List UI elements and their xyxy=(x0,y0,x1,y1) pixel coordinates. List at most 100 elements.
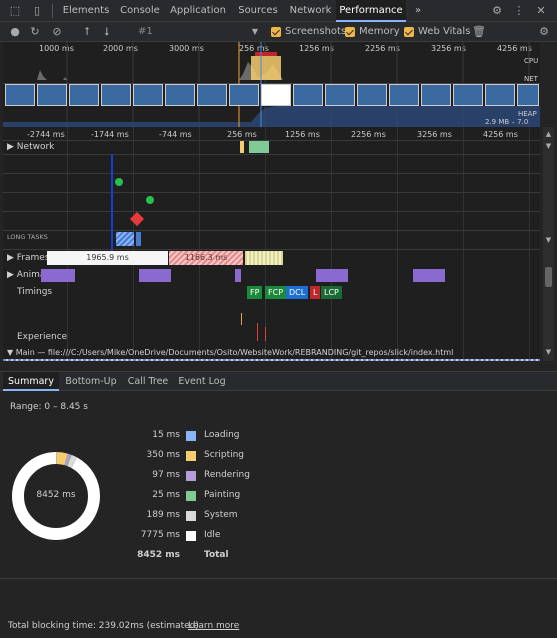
frames-track-toggle[interactable]: ▶ Frames xyxy=(7,253,50,263)
more-tabs-button[interactable]: » xyxy=(408,0,428,22)
animation-bar[interactable] xyxy=(139,269,171,282)
tab-application[interactable]: Application xyxy=(165,0,231,22)
scroll-down-icon[interactable]: ▼ xyxy=(543,139,554,153)
animation-bar[interactable] xyxy=(316,269,348,282)
download-icon[interactable]: ⭣ xyxy=(100,25,114,39)
tab-console[interactable]: Console xyxy=(115,0,165,22)
gridline xyxy=(529,127,530,361)
screenshot-thumbnail[interactable] xyxy=(197,84,227,106)
summary-label: Scripting xyxy=(204,450,245,460)
tab-elements[interactable]: Elements xyxy=(57,0,115,22)
clear-icon[interactable]: ⊘ xyxy=(50,25,64,39)
rendering-swatch xyxy=(186,471,196,481)
animation-bar[interactable] xyxy=(41,269,75,282)
scrollbar-thumb[interactable] xyxy=(545,267,552,287)
web-vitals-checkbox[interactable] xyxy=(404,27,414,37)
network-request-bar[interactable] xyxy=(240,141,244,153)
trash-icon[interactable]: 🗑 xyxy=(472,25,486,39)
screenshot-thumbnail[interactable] xyxy=(261,84,291,106)
screenshot-thumbnail[interactable] xyxy=(453,84,483,106)
timing-marker-fcp[interactable]: FCP xyxy=(265,286,287,299)
main-thread-activity[interactable] xyxy=(3,359,540,361)
network-request-bar[interactable] xyxy=(249,141,269,153)
upload-icon[interactable]: ⭡ xyxy=(80,25,94,39)
screenshot-thumbnail[interactable] xyxy=(69,84,99,106)
gear-icon[interactable]: ⚙ xyxy=(490,4,504,18)
memory-checkbox[interactable] xyxy=(345,27,355,37)
timing-marker-fp[interactable]: FP xyxy=(247,286,263,299)
screenshots-checkbox[interactable] xyxy=(271,27,281,37)
timing-marker-dcl[interactable]: DCL xyxy=(286,286,309,299)
network-track-toggle[interactable]: ▶ Network xyxy=(7,142,54,152)
details-tab-bar: Summary Bottom-Up Call Tree Event Log xyxy=(0,371,557,391)
long-task-bar[interactable] xyxy=(116,232,134,246)
summary-value: 15 ms xyxy=(152,430,180,440)
capture-settings-icon[interactable]: ⚙ xyxy=(537,25,551,39)
frame-block-dropped[interactable]: 1166.3 ms xyxy=(169,251,243,265)
long-task-bar[interactable] xyxy=(136,232,141,246)
reload-icon[interactable]: ↻ xyxy=(28,25,42,39)
frame-block[interactable]: 1965.9 ms xyxy=(47,251,168,265)
gridline xyxy=(331,127,332,361)
screenshots-label: Screenshots xyxy=(285,26,347,37)
frame-block-partial[interactable] xyxy=(245,251,283,265)
animation-bar[interactable] xyxy=(235,269,241,282)
tab-sources[interactable]: Sources xyxy=(231,0,285,22)
performance-toolbar: ● ↻ ⊘ ⭡ ⭣ #1 ▼ Screenshots Memory Web Vi… xyxy=(0,22,557,42)
recording-select[interactable]: #1 xyxy=(138,26,153,37)
scroll-down-icon[interactable]: ▼ xyxy=(543,233,554,247)
row-divider xyxy=(3,230,540,231)
flame-chart[interactable]: -2744 ms -1744 ms -744 ms 256 ms 1256 ms… xyxy=(3,127,540,361)
screenshot-thumbnail[interactable] xyxy=(517,84,539,106)
divider xyxy=(52,4,53,18)
screenshot-thumbnail[interactable] xyxy=(421,84,451,106)
axis-tick: 2256 ms xyxy=(351,130,386,139)
record-icon[interactable]: ● xyxy=(8,25,22,39)
summary-label: System xyxy=(204,510,238,520)
learn-more-link[interactable]: Learn more xyxy=(188,621,239,631)
experience-track-label: Experience xyxy=(17,332,68,342)
screenshot-thumbnail[interactable] xyxy=(293,84,323,106)
tab-event-log[interactable]: Event Log xyxy=(175,372,229,391)
row-divider xyxy=(3,192,540,193)
main-track-toggle[interactable]: ▼ Main — file:///C:/Users/Mike/OneDrive/… xyxy=(7,348,453,357)
painting-swatch xyxy=(186,491,196,501)
donut-total: 8452 ms xyxy=(36,490,76,500)
inspect-element-icon[interactable]: ⬚ xyxy=(8,4,22,18)
screenshot-thumbnail[interactable] xyxy=(165,84,195,106)
tab-call-tree[interactable]: Call Tree xyxy=(123,372,173,391)
network-track-label: Network xyxy=(16,142,55,152)
summary-value: 7775 ms xyxy=(140,530,180,540)
scroll-down-icon[interactable]: ▼ xyxy=(543,345,554,359)
gridline xyxy=(265,127,266,361)
screenshot-thumbnail[interactable] xyxy=(389,84,419,106)
tab-bottom-up[interactable]: Bottom-Up xyxy=(61,372,121,391)
timing-marker-lcp[interactable]: LCP xyxy=(321,286,342,299)
flame-chart-scrollbar[interactable]: ▲ ▼ ▼ ▼ xyxy=(543,127,554,361)
summary-label: Painting xyxy=(204,490,241,500)
summary-label: Rendering xyxy=(204,470,250,480)
screenshot-thumbnail[interactable] xyxy=(5,84,35,106)
more-options-icon[interactable]: ⋮ xyxy=(512,4,526,18)
screenshot-thumbnail[interactable] xyxy=(101,84,131,106)
screenshot-thumbnail[interactable] xyxy=(37,84,67,106)
screenshot-thumbnail[interactable] xyxy=(229,84,259,106)
tab-network[interactable]: Network xyxy=(285,0,336,22)
close-icon[interactable]: ✕ xyxy=(534,4,548,18)
tab-performance[interactable]: Performance xyxy=(336,0,406,22)
summary-value: 97 ms xyxy=(152,470,180,480)
web-vital-marker[interactable] xyxy=(146,196,154,204)
screenshot-thumbnail[interactable] xyxy=(485,84,515,106)
timing-line xyxy=(241,313,242,325)
animation-bar[interactable] xyxy=(413,269,445,282)
axis-tick: 256 ms xyxy=(227,130,257,139)
chevron-down-icon[interactable]: ▼ xyxy=(250,25,260,39)
device-toolbar-icon[interactable]: ▯ xyxy=(30,4,44,18)
web-vital-marker[interactable] xyxy=(115,178,123,186)
tab-summary[interactable]: Summary xyxy=(3,372,59,391)
screenshot-thumbnail[interactable] xyxy=(133,84,163,106)
timing-marker-load[interactable]: L xyxy=(310,286,321,299)
screenshot-thumbnail[interactable] xyxy=(357,84,387,106)
screenshot-thumbnail[interactable] xyxy=(325,84,355,106)
timing-line xyxy=(257,323,258,341)
